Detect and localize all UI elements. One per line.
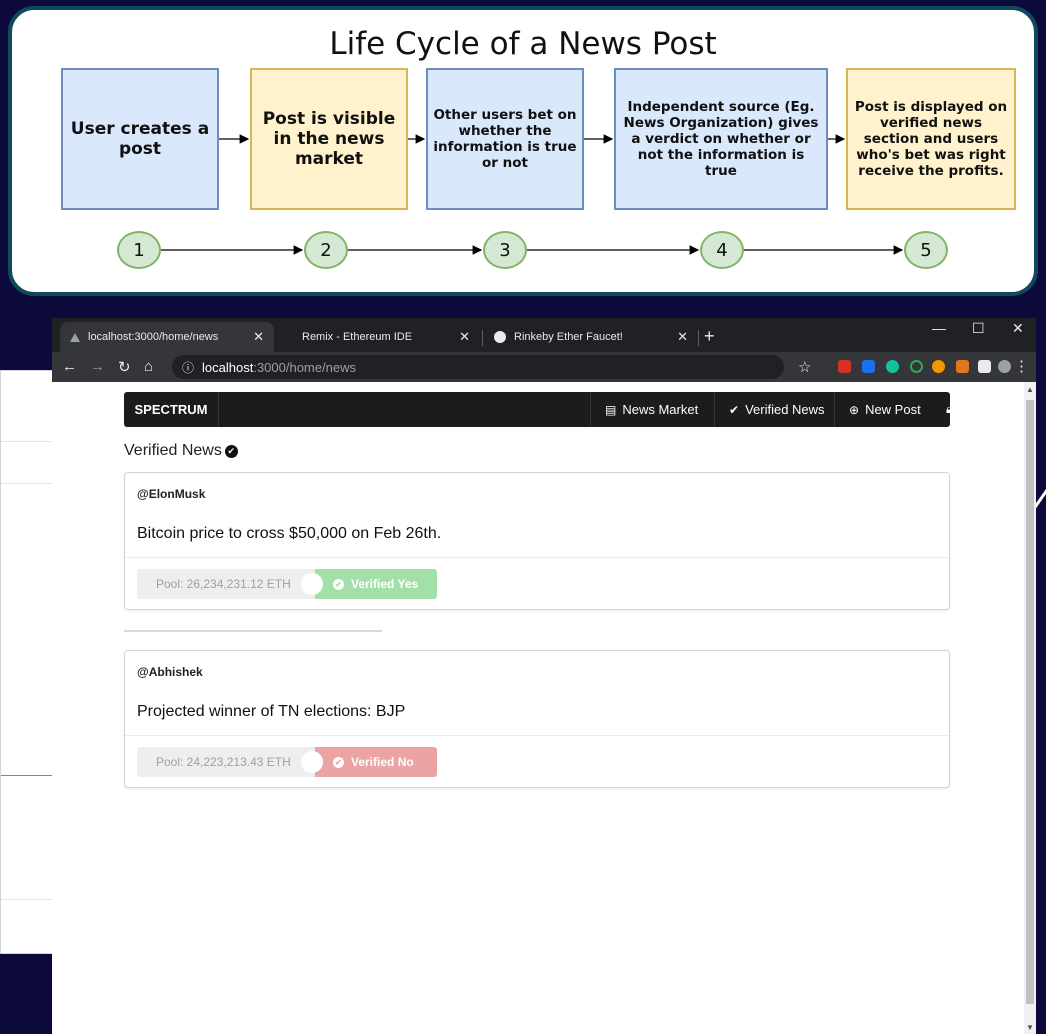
toggle-knob — [301, 751, 323, 773]
nav-label: News Market — [622, 402, 699, 417]
page-title: Verified News ✔ — [124, 442, 238, 460]
scroll-thumb[interactable] — [1026, 400, 1034, 1004]
newspaper-icon: ▤ — [605, 402, 617, 417]
triangle-icon — [70, 332, 80, 342]
scroll-down-icon[interactable]: ▼ — [1026, 1023, 1034, 1032]
step-text-1: User creates a post — [70, 119, 210, 159]
post-headline: Bitcoin price to cross $50,000 on Feb 26… — [137, 525, 442, 542]
step-text-2: Post is visible in the news market — [262, 109, 396, 169]
reload-icon[interactable]: ↻ — [118, 358, 131, 376]
step-box-2: Post is visible in the news market — [250, 68, 408, 210]
lifecycle-diagram: Life Cycle of a News Post User creates a… — [8, 6, 1038, 296]
card-divider — [125, 557, 949, 558]
bookmark-star-icon[interactable]: ☆ — [798, 358, 811, 376]
close-window-icon[interactable]: ✕ — [1012, 320, 1024, 337]
extension-icon[interactable] — [932, 360, 945, 373]
browser-window: localhost:3000/home/news ✕ Remix - Ether… — [52, 318, 1036, 1034]
profile-avatar[interactable] — [998, 360, 1011, 373]
url-host: localhost — [202, 359, 254, 375]
back-icon[interactable]: ← — [62, 358, 77, 375]
tab-localhost-news[interactable]: localhost:3000/home/news ✕ — [60, 322, 274, 352]
info-icon[interactable]: ⓘ — [182, 359, 194, 376]
nav-label: Verified News — [745, 402, 825, 417]
verdict-badge: ✔ Verified Yes — [315, 569, 437, 599]
url-input[interactable]: ⓘ localhost:3000/home/news — [172, 355, 784, 379]
tab-remix[interactable]: Remix - Ethereum IDE ✕ — [292, 322, 480, 352]
diagram-title: Life Cycle of a News Post — [329, 26, 717, 62]
web-page: SPECTRUM ▤ News Market ✔ Verified News ⊕… — [52, 382, 1024, 1034]
step-text-4: Independent source (Eg. News Organizatio… — [623, 99, 819, 179]
post-author[interactable]: @Abhishek — [137, 665, 203, 679]
tab-label: Remix - Ethereum IDE — [302, 331, 413, 343]
puzzle-icon[interactable] — [978, 360, 991, 373]
lock-icon: 🔒︎ — [946, 402, 953, 416]
step-number-5: 5 — [904, 231, 948, 269]
extension-icon[interactable] — [862, 360, 875, 373]
tab-separator — [482, 330, 483, 346]
step-number-4: 4 — [700, 231, 744, 269]
nav-label: New Post — [865, 402, 921, 417]
nav-news-market[interactable]: ▤ News Market — [590, 392, 712, 427]
pocket-extension-icon[interactable] — [838, 360, 851, 373]
tab-label: Rinkeby Ether Faucet! — [514, 331, 623, 343]
close-tab-icon[interactable]: ✕ — [253, 329, 264, 345]
step-number-2: 2 — [304, 231, 348, 269]
check-circle-icon: ✔ — [729, 402, 740, 417]
toggle-knob — [301, 573, 323, 595]
nav-new-post[interactable]: ⊕ New Post — [834, 392, 935, 427]
check-circle-icon: ✔ — [224, 444, 238, 458]
globe-icon — [494, 331, 506, 343]
brand-logo[interactable]: SPECTRUM — [124, 392, 219, 427]
menu-icon[interactable]: ⋮ — [1014, 357, 1029, 375]
background-document-window — [0, 370, 54, 954]
nav-verified-news[interactable]: ✔ Verified News — [714, 392, 839, 427]
step-box-1: User creates a post — [61, 68, 219, 210]
section-divider — [124, 630, 382, 632]
step-box-3: Other users bet on whether the informati… — [426, 68, 584, 210]
scroll-up-icon[interactable]: ▲ — [1026, 385, 1034, 394]
app-navbar: SPECTRUM ▤ News Market ✔ Verified News ⊕… — [124, 392, 1002, 427]
tab-rinkeby-faucet[interactable]: Rinkeby Ether Faucet! ✕ — [484, 322, 698, 352]
step-text-3: Other users bet on whether the informati… — [433, 107, 577, 171]
pool-amount: Pool: 26,234,231.12 ETH — [137, 569, 315, 599]
step-text-5: Post is displayed on verified news secti… — [854, 99, 1008, 179]
page-scrollbar[interactable]: ▲ ▼ — [1024, 382, 1036, 1034]
home-icon[interactable]: ⌂ — [144, 358, 153, 375]
metamask-icon[interactable] — [956, 360, 969, 373]
minimize-icon[interactable]: — — [932, 320, 946, 336]
url-path: :3000/home/news — [253, 359, 356, 375]
check-circle-icon: ✔ — [333, 578, 344, 590]
forward-icon[interactable]: → — [90, 358, 105, 375]
tab-separator — [698, 330, 699, 346]
close-tab-icon[interactable]: ✕ — [677, 329, 688, 345]
close-tab-icon[interactable]: ✕ — [459, 329, 470, 345]
step-box-4: Independent source (Eg. News Organizatio… — [614, 68, 828, 210]
nav-logout[interactable]: 🔒︎ Log out — [932, 392, 1022, 427]
tab-label: localhost:3000/home/news — [88, 331, 219, 343]
pool-amount: Pool: 24,223,213.43 ETH — [137, 747, 315, 777]
news-card: @Abhishek Projected winner of TN electio… — [124, 650, 950, 788]
post-author[interactable]: @ElonMusk — [137, 487, 205, 501]
step-box-5: Post is displayed on verified news secti… — [846, 68, 1016, 210]
post-headline: Projected winner of TN elections: BJP — [137, 703, 406, 720]
grammarly-icon[interactable] — [886, 360, 899, 373]
page-title-text: Verified News — [124, 442, 222, 459]
nav-label: Log out — [958, 402, 1002, 417]
news-card: @ElonMusk Bitcoin price to cross $50,000… — [124, 472, 950, 610]
verdict-label: Verified Yes — [351, 577, 419, 591]
plus-circle-icon: ⊕ — [849, 402, 860, 417]
check-circle-icon: ✔ — [333, 756, 344, 768]
card-divider — [125, 735, 949, 736]
check-extension-icon[interactable] — [910, 360, 923, 373]
address-bar: ← → ↻ ⌂ ⓘ localhost:3000/home/news ☆ ⋮ — [52, 352, 1036, 382]
new-tab-icon[interactable]: + — [704, 326, 715, 347]
verdict-badge: ✔ Verified No — [315, 747, 437, 777]
step-number-1: 1 — [117, 231, 161, 269]
tab-bar: localhost:3000/home/news ✕ Remix - Ether… — [52, 318, 1036, 352]
verdict-label: Verified No — [351, 755, 414, 769]
step-number-3: 3 — [483, 231, 527, 269]
maximize-icon[interactable]: ☐ — [972, 320, 985, 337]
